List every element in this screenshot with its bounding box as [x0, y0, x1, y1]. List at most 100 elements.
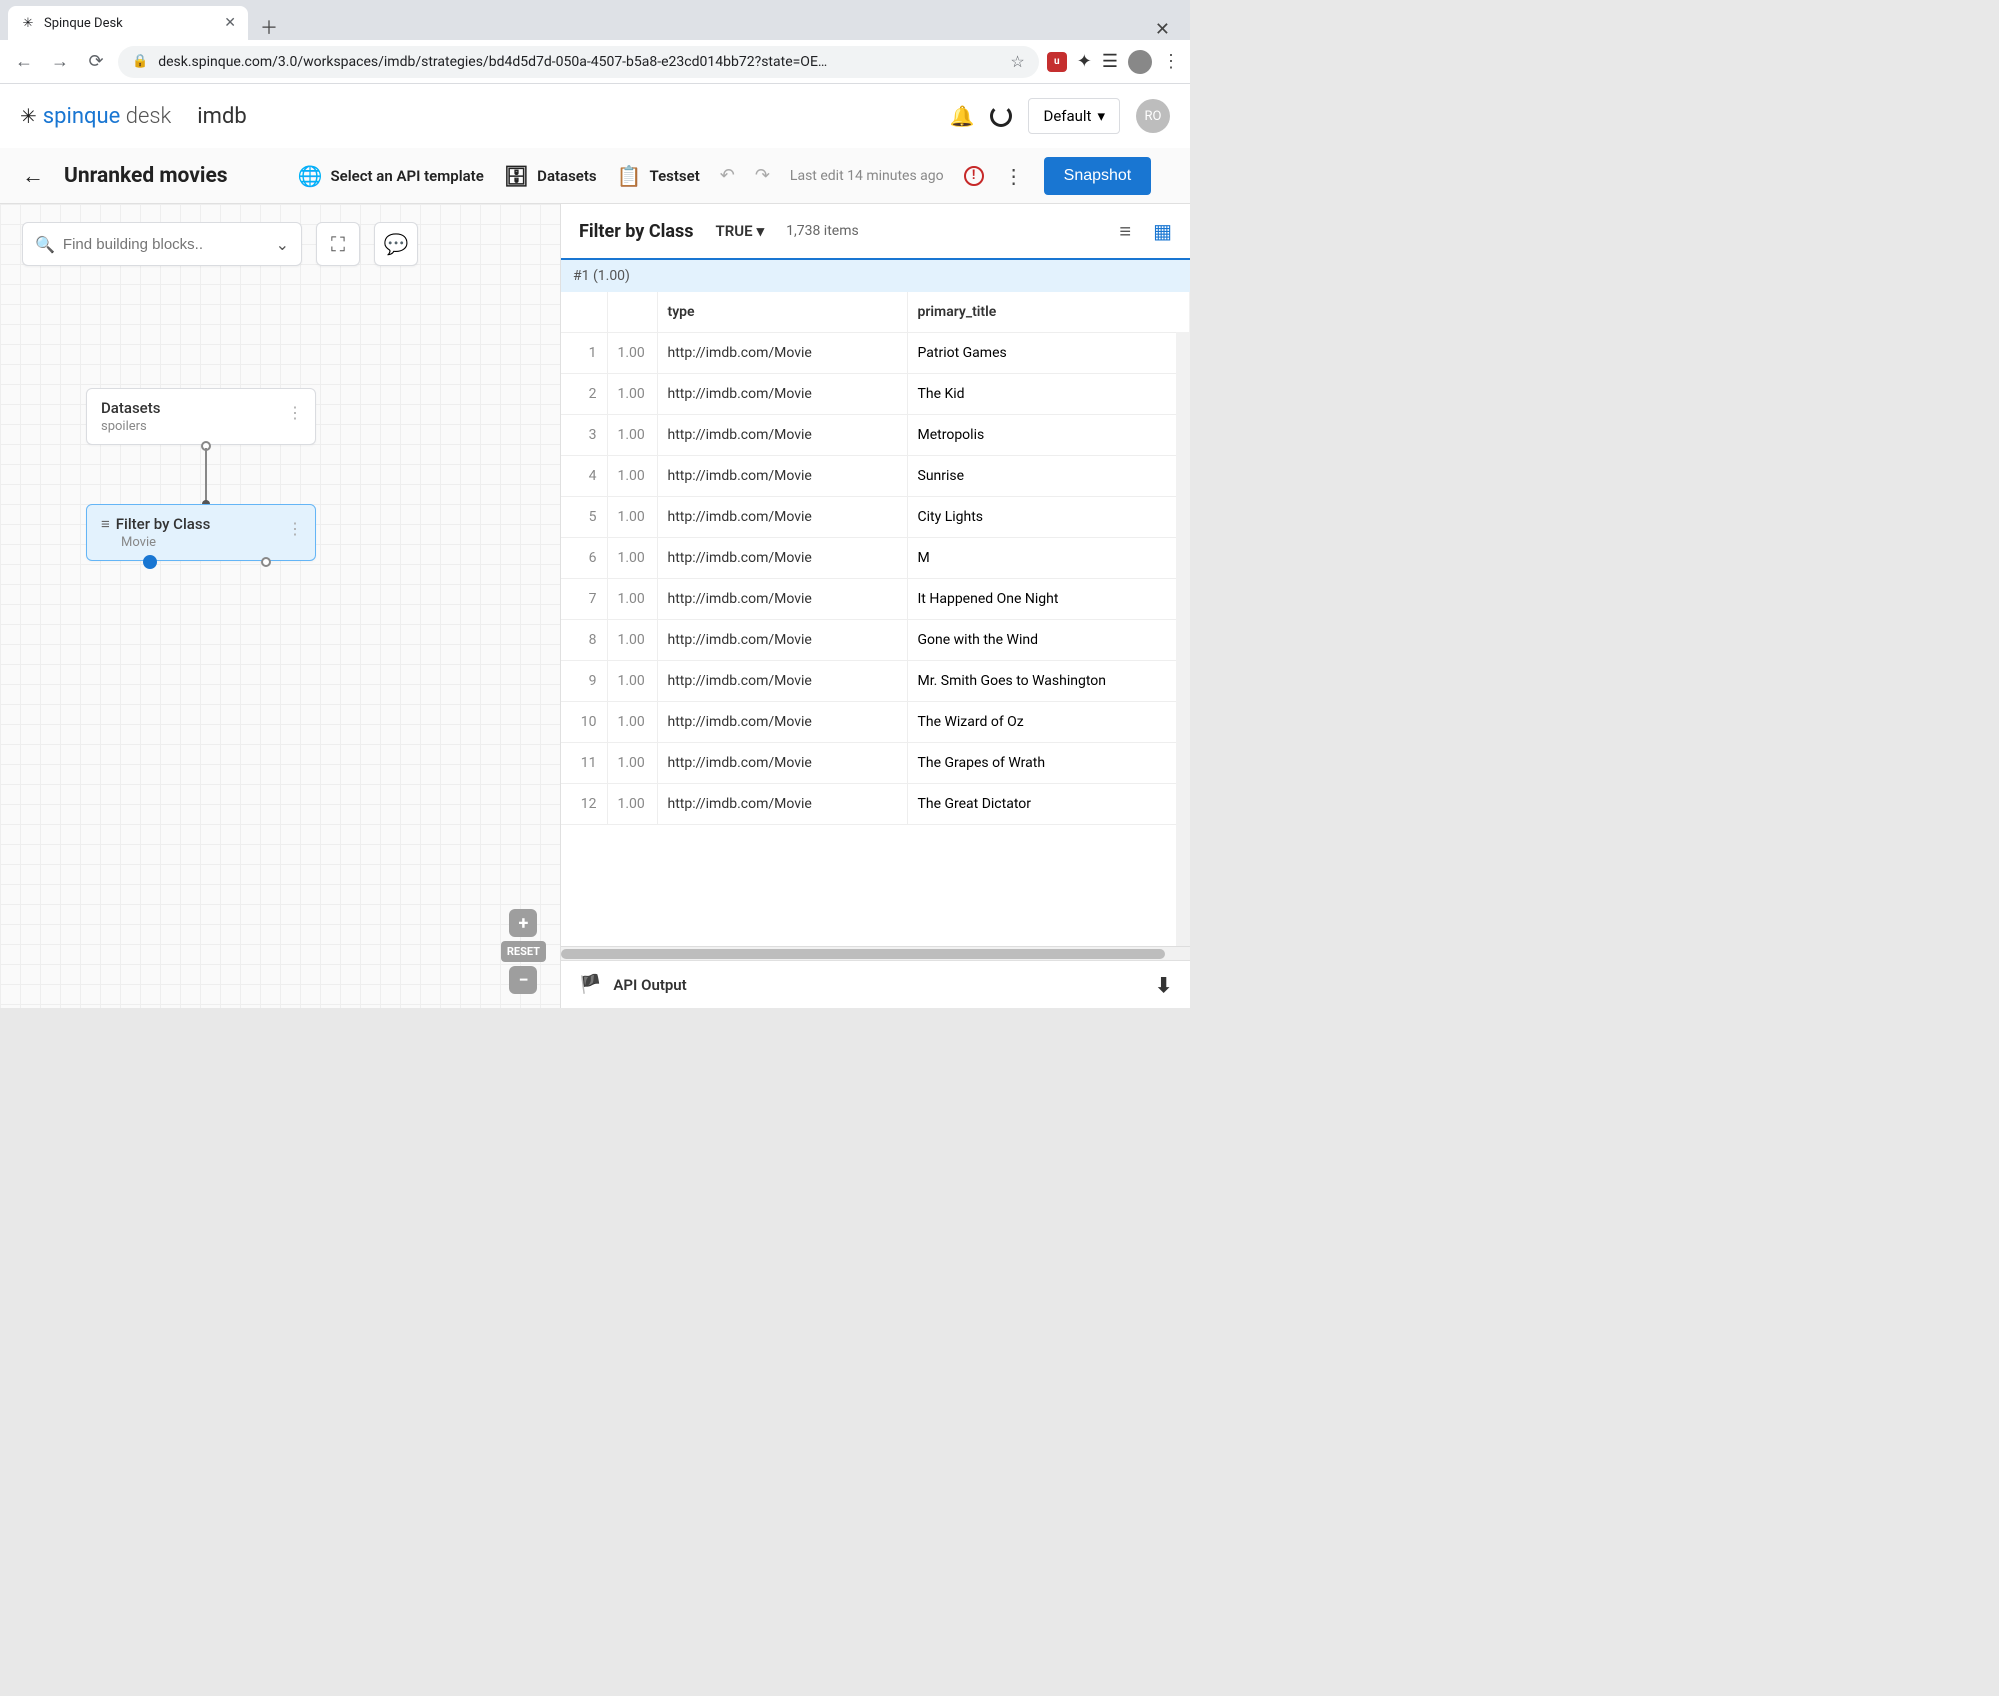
row-index: 2 — [561, 374, 607, 415]
row-type: http://imdb.com/Movie — [657, 415, 907, 456]
results-table-wrap[interactable]: type primary_title 11.00http://imdb.com/… — [561, 292, 1190, 946]
row-type: http://imdb.com/Movie — [657, 661, 907, 702]
node-menu-icon[interactable]: ⋮ — [287, 519, 303, 538]
row-score: 1.00 — [607, 620, 657, 661]
row-title: The Wizard of Oz — [907, 702, 1190, 743]
back-arrow-button[interactable]: ← — [22, 163, 44, 189]
row-type: http://imdb.com/Movie — [657, 743, 907, 784]
window-close-button[interactable]: ✕ — [1155, 19, 1170, 40]
row-score: 1.00 — [607, 456, 657, 497]
row-title: The Grapes of Wrath — [907, 743, 1190, 784]
row-title: Metropolis — [907, 415, 1190, 456]
zoom-in-button[interactable]: + — [509, 909, 537, 937]
results-mode-dropdown[interactable]: TRUE ▾ — [716, 222, 765, 240]
node-datasets-title: Datasets — [101, 399, 301, 417]
canvas-area[interactable]: 🔍 ⌄ ⛶ 💬 Datasets spoilers ⋮ ≡ Filter by … — [0, 204, 560, 1008]
row-score: 1.00 — [607, 743, 657, 784]
row-score: 1.00 — [607, 415, 657, 456]
results-table: type primary_title 11.00http://imdb.com/… — [561, 292, 1190, 825]
row-title: Patriot Games — [907, 333, 1190, 374]
row-type: http://imdb.com/Movie — [657, 784, 907, 825]
api-output-label: API Output — [613, 976, 686, 994]
row-type: http://imdb.com/Movie — [657, 579, 907, 620]
chevron-down-icon: ▾ — [757, 222, 765, 240]
view-grid-icon[interactable]: ▦ — [1153, 219, 1172, 243]
chrome-menu-icon[interactable]: ⋮ — [1162, 51, 1180, 72]
chevron-down-icon[interactable]: ⌄ — [276, 235, 289, 254]
vertical-scrollbar[interactable] — [1176, 292, 1190, 946]
table-row[interactable]: 111.00http://imdb.com/MovieThe Grapes of… — [561, 743, 1190, 784]
logo-text-spinque: spinque — [43, 104, 121, 129]
redo-button[interactable]: ↷ — [755, 165, 770, 186]
search-input[interactable] — [63, 236, 268, 253]
reload-button[interactable]: ⟳ — [82, 48, 110, 76]
table-row[interactable]: 51.00http://imdb.com/MovieCity Lights — [561, 497, 1190, 538]
snapshot-label: Snapshot — [1064, 167, 1132, 184]
fullscreen-button[interactable]: ⛶ — [316, 222, 360, 266]
environment-dropdown[interactable]: Default ▾ — [1028, 98, 1120, 134]
forward-button[interactable]: → — [46, 48, 74, 76]
notifications-bell-icon[interactable]: 🔔 — [950, 104, 975, 128]
row-title: City Lights — [907, 497, 1190, 538]
node-output-port-primary[interactable] — [143, 555, 157, 569]
results-count: 1,738 items — [786, 223, 859, 239]
snapshot-button[interactable]: Snapshot — [1044, 157, 1152, 195]
reset-label: RESET — [507, 945, 540, 958]
table-row[interactable]: 101.00http://imdb.com/MovieThe Wizard of… — [561, 702, 1190, 743]
flag-icon: 🏴 — [579, 974, 601, 995]
back-button[interactable]: ← — [10, 48, 38, 76]
new-tab-button[interactable]: ＋ — [260, 14, 278, 40]
row-title: Mr. Smith Goes to Washington — [907, 661, 1190, 702]
node-menu-icon[interactable]: ⋮ — [287, 403, 303, 422]
table-row[interactable]: 121.00http://imdb.com/MovieThe Great Dic… — [561, 784, 1190, 825]
adblock-icon[interactable]: u — [1047, 52, 1067, 72]
extensions-icon[interactable]: ✦ — [1077, 51, 1092, 72]
row-score: 1.00 — [607, 579, 657, 620]
warning-icon[interactable]: ! — [964, 166, 984, 186]
zoom-reset-button[interactable]: RESET — [501, 941, 546, 962]
row-score: 1.00 — [607, 784, 657, 825]
filter-icon[interactable]: ≡ — [1119, 219, 1131, 244]
row-score: 1.00 — [607, 497, 657, 538]
row-index: 11 — [561, 743, 607, 784]
building-blocks-search[interactable]: 🔍 ⌄ — [22, 222, 302, 266]
bookmark-star-icon[interactable]: ☆ — [1010, 52, 1024, 71]
row-title: Sunrise — [907, 456, 1190, 497]
results-title: Filter by Class — [579, 221, 694, 242]
datasets-button[interactable]: 🗄 Datasets — [504, 164, 597, 188]
table-row[interactable]: 31.00http://imdb.com/MovieMetropolis — [561, 415, 1190, 456]
table-row[interactable]: 91.00http://imdb.com/MovieMr. Smith Goes… — [561, 661, 1190, 702]
comments-button[interactable]: 💬 — [374, 222, 418, 266]
undo-button[interactable]: ↶ — [720, 165, 735, 186]
table-row[interactable]: 11.00http://imdb.com/MoviePatriot Games — [561, 333, 1190, 374]
row-type: http://imdb.com/Movie — [657, 702, 907, 743]
table-row[interactable]: 41.00http://imdb.com/MovieSunrise — [561, 456, 1190, 497]
node-filter-title: Filter by Class — [116, 515, 211, 533]
profile-avatar[interactable] — [1128, 50, 1152, 74]
table-row[interactable]: 81.00http://imdb.com/MovieGone with the … — [561, 620, 1190, 661]
browser-tab[interactable]: ✳ Spinque Desk ✕ — [8, 6, 248, 40]
clipboard-icon: 📋 — [617, 164, 642, 188]
table-row[interactable]: 71.00http://imdb.com/MovieIt Happened On… — [561, 579, 1190, 620]
node-output-port-secondary[interactable] — [261, 557, 271, 567]
row-type: http://imdb.com/Movie — [657, 333, 907, 374]
horizontal-scrollbar[interactable] — [561, 946, 1190, 960]
node-filter-by-class[interactable]: ≡ Filter by Class Movie ⋮ — [86, 504, 316, 561]
table-row[interactable]: 21.00http://imdb.com/MovieThe Kid — [561, 374, 1190, 415]
row-title: The Kid — [907, 374, 1190, 415]
app-logo[interactable]: ✳ spinque desk — [20, 104, 171, 129]
testset-button[interactable]: 📋 Testset — [617, 164, 700, 188]
logo-mark-icon: ✳ — [20, 104, 37, 128]
api-output-panel[interactable]: 🏴 API Output ⬇ — [561, 960, 1190, 1008]
last-edit-text: Last edit 14 minutes ago — [790, 168, 944, 184]
zoom-out-button[interactable]: − — [509, 966, 537, 994]
more-menu-icon[interactable]: ⋮ — [1004, 164, 1024, 188]
close-tab-icon[interactable]: ✕ — [224, 15, 236, 31]
address-bar[interactable]: 🔒 desk.spinque.com/3.0/workspaces/imdb/s… — [118, 46, 1039, 78]
table-row[interactable]: 61.00http://imdb.com/MovieM — [561, 538, 1190, 579]
api-template-button[interactable]: 🌐 Select an API template — [298, 164, 484, 188]
reading-list-icon[interactable]: ☰ — [1102, 51, 1118, 72]
download-icon[interactable]: ⬇ — [1155, 973, 1172, 997]
node-datasets[interactable]: Datasets spoilers ⋮ — [86, 388, 316, 445]
user-avatar[interactable]: RO — [1136, 99, 1170, 133]
